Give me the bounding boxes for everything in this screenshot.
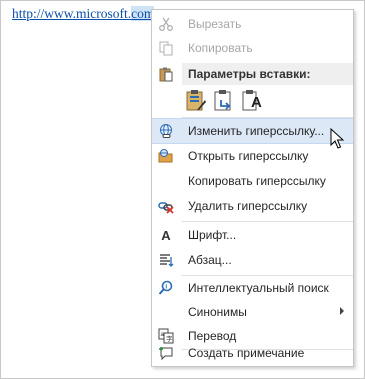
menu-item-label: Синонимы [188,305,247,319]
font-icon: A [161,227,171,243]
paragraph-icon [157,251,175,269]
globe-link-icon [157,122,175,140]
menu-separator [182,221,353,222]
paste-keep-formatting-icon [185,90,207,115]
context-menu: Вырезать Копировать Параметры вставки: A… [151,9,354,367]
menu-item-label: Копировать [188,41,253,55]
menu-item-copy[interactable]: Копировать [152,36,353,60]
open-link-icon [157,147,175,165]
menu-item-edit-hyperlink[interactable]: Изменить гиперссылку... [152,118,353,144]
menu-item-label: Изменить гиперссылку... [188,124,325,138]
document-hyperlink[interactable]: http://www.microsoft.com [12,6,155,22]
menu-item-synonyms[interactable]: Синонимы [152,300,353,324]
menu-item-label: Копировать гиперссылку [188,174,326,188]
paste-text-only-glyph: A [251,94,262,111]
menu-item-font[interactable]: A Шрифт... [152,223,353,247]
paste-merge-formatting-icon [213,90,235,115]
menu-item-label: Вырезать [188,17,242,31]
menu-item-label: Удалить гиперссылку [188,199,308,213]
menu-item-label: Интеллектуальный поиск [188,281,329,295]
paste-options-label: Параметры вставки: [188,67,311,81]
hyperlink-text[interactable]: http://www.microsoft. [12,6,131,21]
menu-item-paragraph[interactable]: Абзац... [152,248,353,272]
menu-item-new-comment[interactable]: Создать примечание [152,341,353,365]
menu-item-smart-lookup[interactable]: i Интеллектуальный поиск [152,276,353,300]
menu-item-open-hyperlink[interactable]: Открыть гиперссылку [152,144,353,168]
copy-icon [157,39,175,57]
menu-item-label: Создать примечание [188,346,305,360]
unlink-icon [157,197,175,215]
menu-item-copy-hyperlink[interactable]: Копировать гиперссылку [152,169,353,193]
submenu-arrow-icon [340,307,344,315]
menu-item-label: Шрифт... [188,228,237,242]
comment-icon [157,344,175,362]
mouse-cursor-icon [330,128,344,149]
svg-text:i: i [165,284,167,291]
menu-item-label: Абзац... [188,253,232,267]
clipboard-icon [157,65,175,83]
paste-merge-formatting-button[interactable] [213,88,235,112]
menu-separator [182,117,353,118]
paste-options-band: Параметры вставки: [182,63,353,85]
paste-text-only-button[interactable]: A [241,88,263,112]
menu-item-label: Открыть гиперссылку [188,149,309,163]
menu-item-remove-hyperlink[interactable]: Удалить гиперссылку [152,194,353,218]
smart-lookup-icon: i [157,279,175,297]
paste-keep-source-formatting-button[interactable] [185,88,207,112]
scissors-icon [157,15,175,33]
menu-item-cut[interactable]: Вырезать [152,12,353,36]
